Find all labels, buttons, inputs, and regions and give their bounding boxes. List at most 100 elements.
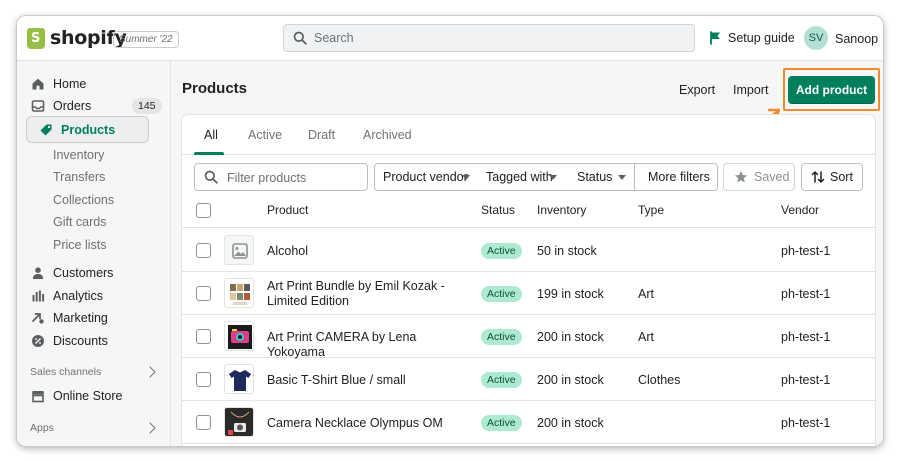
- product-thumbnail: [224, 278, 254, 308]
- setup-guide-link[interactable]: Setup guide: [709, 31, 795, 45]
- filter-label: Product vendor: [383, 170, 468, 184]
- tab-draft[interactable]: Draft: [308, 128, 335, 142]
- global-search-input[interactable]: Search: [283, 24, 695, 52]
- search-icon: [204, 170, 218, 184]
- product-name-link[interactable]: Camera Necklace Olympus OM: [267, 416, 477, 431]
- caret-down-icon: [549, 175, 557, 180]
- table-row[interactable]: Art Print Bundle by Emil Kozak - Limited…: [182, 272, 875, 315]
- sidebar-item-label: Products: [61, 123, 116, 137]
- sidebar-item-analytics[interactable]: Analytics: [17, 285, 171, 307]
- sort-label: Sort: [830, 170, 853, 184]
- sort-button[interactable]: Sort: [801, 163, 863, 191]
- inventory-cell: 50 in stock: [537, 244, 597, 258]
- tab-archived[interactable]: Archived: [363, 128, 412, 142]
- table-row[interactable]: Art Print CAMERA by Lena Yokoyama Active…: [182, 315, 875, 360]
- product-thumbnail: [224, 321, 254, 351]
- filter-label: More filters: [648, 170, 710, 184]
- art-print-bundle-image: [230, 284, 250, 305]
- filter-placeholder: Filter products: [227, 171, 307, 185]
- more-filters-button[interactable]: More filters: [634, 163, 718, 191]
- inventory-cell: 200 in stock: [537, 330, 604, 344]
- sidebar-item-gift-cards[interactable]: Gift cards: [17, 211, 171, 233]
- sidebar-item-marketing[interactable]: Marketing: [17, 307, 171, 329]
- search-placeholder: Search: [314, 31, 354, 45]
- saved-label: Saved: [754, 170, 790, 184]
- filter-products-input[interactable]: Filter products: [194, 163, 368, 191]
- camera-necklace-image: [225, 408, 253, 436]
- column-header-vendor[interactable]: Vendor: [781, 203, 819, 217]
- avatar[interactable]: SV: [804, 26, 828, 50]
- tag-icon: [40, 124, 52, 136]
- sidebar-item-label: Inventory: [53, 148, 105, 162]
- sidebar-item-customers[interactable]: Customers: [17, 262, 171, 284]
- import-button[interactable]: Import: [733, 83, 768, 97]
- row-checkbox[interactable]: [196, 415, 211, 430]
- product-thumbnail: [224, 235, 254, 265]
- page-title: Products: [182, 80, 248, 97]
- table-row[interactable]: Basic T-Shirt Blue / small Active 200 in…: [182, 358, 875, 401]
- vendor-cell: ph-test-1: [781, 330, 831, 344]
- product-thumbnail: [224, 407, 254, 437]
- column-header-inventory[interactable]: Inventory: [537, 203, 586, 217]
- art-print-camera-image: [228, 325, 252, 349]
- column-header-type[interactable]: Type: [638, 203, 664, 217]
- caret-down-icon: [462, 175, 470, 180]
- vendor-cell: ph-test-1: [781, 373, 831, 387]
- tab-selected-indicator: [194, 152, 224, 155]
- sidebar-item-home[interactable]: Home: [17, 73, 171, 95]
- chevron-right-icon[interactable]: [144, 366, 156, 378]
- product-name-link[interactable]: Art Print CAMERA by Lena Yokoyama: [267, 330, 477, 360]
- sidebar-item-products[interactable]: Products: [27, 117, 148, 142]
- saved-button[interactable]: Saved: [723, 163, 795, 191]
- table-row[interactable]: Camera Necklace Olympus OM Active 200 in…: [182, 401, 875, 444]
- sidebar-item-transfers[interactable]: Transfers: [17, 166, 171, 188]
- row-checkbox[interactable]: [196, 243, 211, 258]
- sidebar-item-label: Collections: [53, 193, 115, 207]
- table-row[interactable]: Alcohol Active 50 in stock ph-test-1: [182, 229, 875, 272]
- sidebar-item-label: Online Store: [53, 389, 123, 403]
- select-all-checkbox[interactable]: [196, 203, 211, 218]
- inventory-cell: 200 in stock: [537, 373, 604, 387]
- column-header-product[interactable]: Product: [267, 203, 308, 217]
- status-filter[interactable]: Status: [565, 163, 635, 191]
- sidebar-item-price-lists[interactable]: Price lists: [17, 234, 171, 256]
- discount-icon: [32, 335, 44, 347]
- tagged-with-filter[interactable]: Tagged with: [478, 163, 566, 191]
- image-placeholder-icon: [232, 243, 248, 259]
- row-checkbox[interactable]: [196, 372, 211, 387]
- home-icon: [32, 78, 44, 90]
- customer-person-icon: [32, 267, 44, 279]
- export-button[interactable]: Export: [679, 83, 715, 97]
- sidebar-item-label: Analytics: [53, 289, 104, 303]
- product-vendor-filter[interactable]: Product vendor: [374, 163, 479, 191]
- username[interactable]: Sanoop: [835, 32, 878, 46]
- sidebar-item-label: Price lists: [53, 238, 107, 252]
- sidebar-item-online-store[interactable]: Online Store: [17, 385, 171, 407]
- sidebar-item-label: Home: [53, 77, 87, 91]
- tab-active[interactable]: Active: [248, 128, 282, 142]
- column-header-status[interactable]: Status: [481, 203, 515, 217]
- sidebar-item-discounts[interactable]: Discounts: [17, 330, 171, 352]
- table-header: Product Status Inventory Type Vendor: [182, 195, 875, 228]
- edition-badge: Summer '22: [113, 31, 179, 48]
- inventory-cell: 200 in stock: [537, 416, 604, 430]
- add-product-button[interactable]: Add product: [788, 76, 875, 104]
- row-checkbox[interactable]: [196, 286, 211, 301]
- type-cell: Art: [638, 330, 654, 344]
- sidebar-item-inventory[interactable]: Inventory: [17, 144, 171, 166]
- type-cell: Art: [638, 287, 654, 301]
- sidebar-item-collections[interactable]: Collections: [17, 189, 171, 211]
- sidebar-item-label: Discounts: [53, 334, 108, 348]
- product-name-link[interactable]: Alcohol: [267, 244, 477, 259]
- tab-all[interactable]: All: [204, 128, 218, 142]
- row-checkbox[interactable]: [196, 329, 211, 344]
- sidebar-item-orders[interactable]: Orders 145: [17, 95, 171, 117]
- products-card: All Active Draft Archived Filter product…: [182, 115, 875, 446]
- chevron-right-icon[interactable]: [144, 422, 156, 434]
- product-name-link[interactable]: Art Print Bundle by Emil Kozak - Limited…: [267, 279, 477, 309]
- shopify-logo[interactable]: shopify: [27, 27, 127, 49]
- sidebar-item-label: Transfers: [53, 170, 106, 184]
- store-icon: [32, 391, 44, 403]
- sidebar: Home Orders 145 Products Inventory Trans…: [17, 61, 171, 446]
- product-name-link[interactable]: Basic T-Shirt Blue / small: [267, 373, 477, 388]
